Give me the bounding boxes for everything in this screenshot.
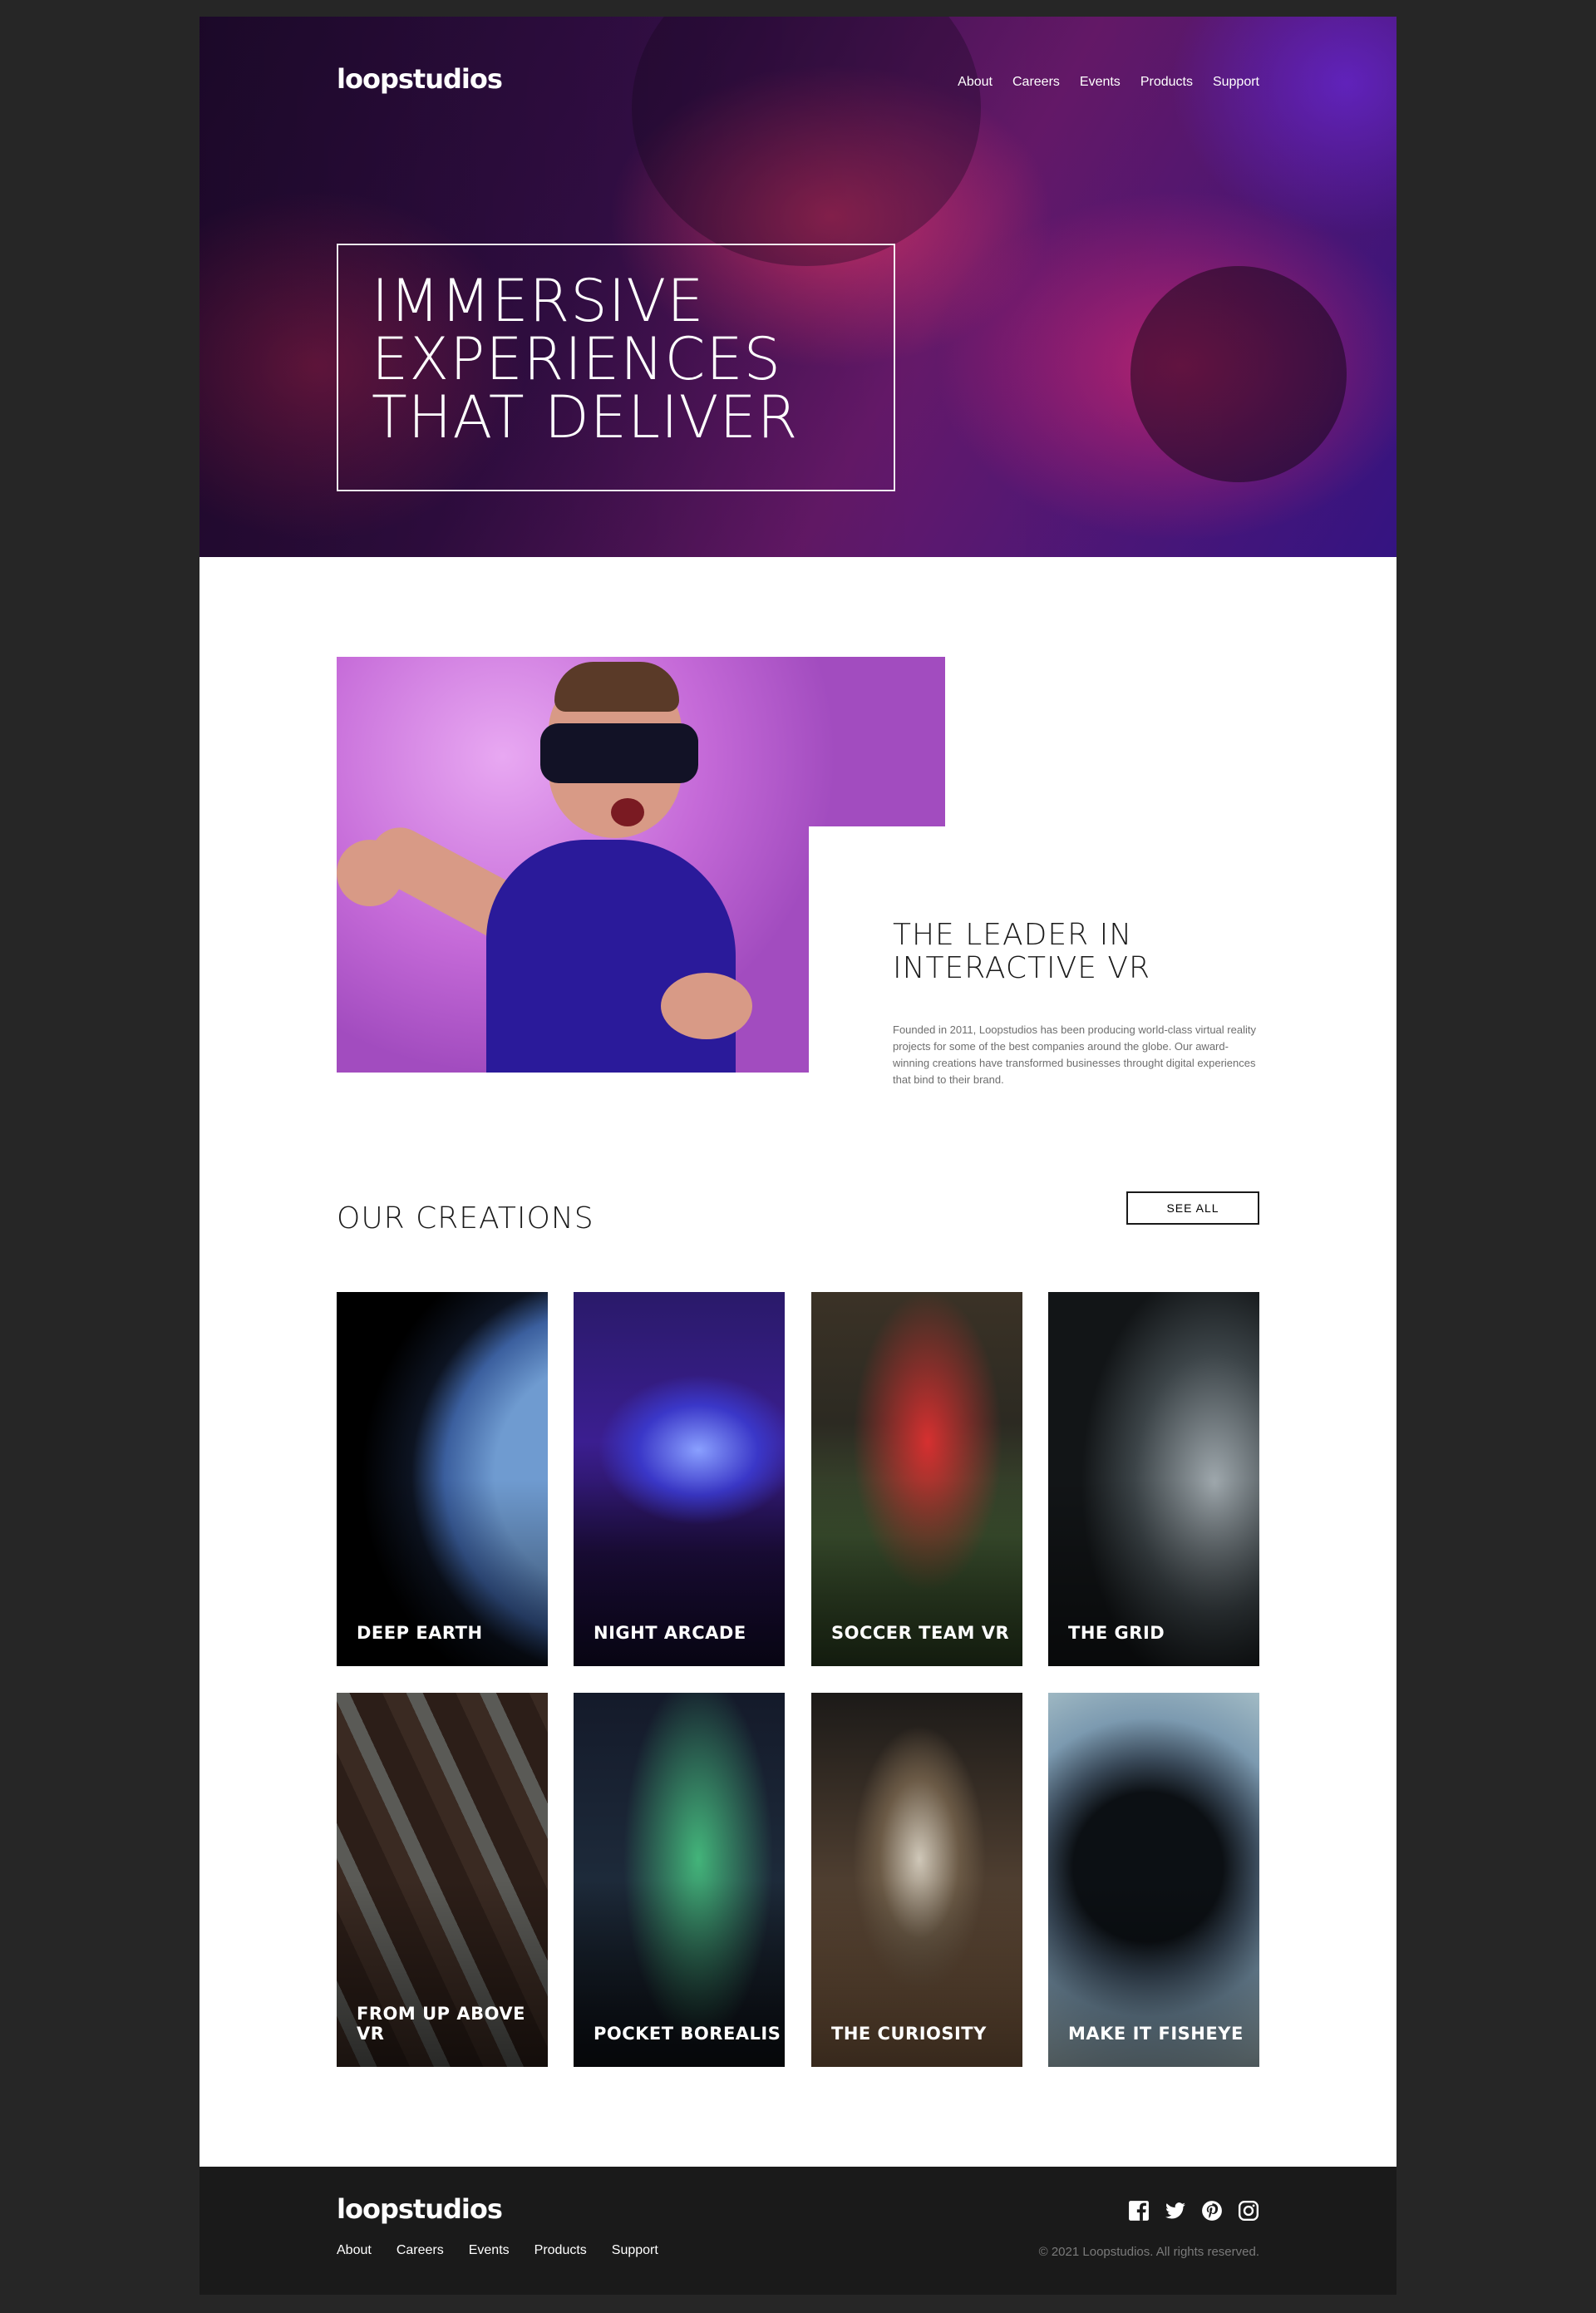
creation-card-make-it-fisheye[interactable]: MAKE IT FISHEYE — [1048, 1693, 1259, 2067]
creation-card-soccer-team-vr[interactable]: SOCCER TEAM VR — [811, 1292, 1022, 1666]
card-label: THE GRID — [1068, 1623, 1165, 1643]
card-label: FROM UP ABOVE VR — [357, 2004, 525, 2044]
nav-events[interactable]: Events — [1080, 75, 1121, 90]
footer-nav-careers[interactable]: Careers — [397, 2243, 444, 2258]
card-label: SOCCER TEAM VR — [831, 1623, 1010, 1643]
card-label: DEEP EARTH — [357, 1623, 483, 1643]
hero-headline-line-3: THAT DELIVER — [372, 383, 799, 451]
footer-nav: About Careers Events Products Support — [337, 2243, 683, 2258]
vr-headset-graphic — [540, 723, 698, 783]
nav-about[interactable]: About — [958, 75, 993, 90]
see-all-button[interactable]: SEE ALL — [1126, 1191, 1259, 1225]
card-label: POCKET BOREALIS — [594, 2024, 781, 2044]
leader-image — [337, 657, 945, 1073]
nav-products[interactable]: Products — [1140, 75, 1193, 90]
page: loopstudios About Careers Events Product… — [200, 17, 1396, 2295]
leader-heading: THE LEADER IN INTERACTIVE VR — [893, 918, 1151, 985]
social-links — [1128, 2200, 1259, 2222]
site-logo[interactable]: loopstudios — [337, 63, 503, 95]
creation-card-pocket-borealis[interactable]: POCKET BOREALIS — [574, 1693, 785, 2067]
instagram-icon[interactable] — [1238, 2200, 1259, 2222]
leader-text-block: THE LEADER IN INTERACTIVE VR Founded in … — [893, 919, 1259, 1088]
creation-card-from-up-above-vr[interactable]: FROM UP ABOVE VR — [337, 1693, 548, 2067]
nav-careers[interactable]: Careers — [1012, 75, 1060, 90]
hero-headline: IMMERSIVE EXPERIENCES THAT DELIVER — [372, 272, 837, 446]
leader-description: Founded in 2011, Loopstudios has been pr… — [893, 1023, 1256, 1086]
footer-logo[interactable]: loopstudios — [337, 2193, 503, 2225]
main-nav: About Careers Events Products Support — [938, 75, 1259, 90]
footer-nav-support[interactable]: Support — [612, 2243, 658, 2258]
creation-card-the-grid[interactable]: THE GRID — [1048, 1292, 1259, 1666]
creation-card-night-arcade[interactable]: NIGHT ARCADE — [574, 1292, 785, 1666]
twitter-icon[interactable] — [1165, 2200, 1186, 2222]
pinterest-icon[interactable] — [1201, 2200, 1223, 2222]
creation-card-deep-earth[interactable]: DEEP EARTH — [337, 1292, 548, 1666]
hero-headline-line-2: EXPERIENCES — [372, 325, 782, 393]
footer-nav-events[interactable]: Events — [469, 2243, 510, 2258]
hero-section: loopstudios About Careers Events Product… — [200, 17, 1396, 557]
hero-headline-box: IMMERSIVE EXPERIENCES THAT DELIVER — [337, 244, 895, 491]
footer-nav-about[interactable]: About — [337, 2243, 372, 2258]
card-label: THE CURIOSITY — [831, 2024, 987, 2044]
footer-nav-products[interactable]: Products — [534, 2243, 587, 2258]
site-footer: loopstudios About Careers Events Product… — [200, 2167, 1396, 2295]
hero-headline-line-1: IMMERSIVE — [372, 267, 705, 335]
nav-support[interactable]: Support — [1213, 75, 1259, 90]
card-label: MAKE IT FISHEYE — [1068, 2024, 1244, 2044]
creation-card-the-curiosity[interactable]: THE CURIOSITY — [811, 1693, 1022, 2067]
creations-heading: OUR CREATIONS — [337, 1201, 594, 1235]
card-label: NIGHT ARCADE — [594, 1623, 746, 1643]
copyright-text: © 2021 Loopstudios. All rights reserved. — [1038, 2245, 1259, 2259]
facebook-icon[interactable] — [1128, 2200, 1150, 2222]
